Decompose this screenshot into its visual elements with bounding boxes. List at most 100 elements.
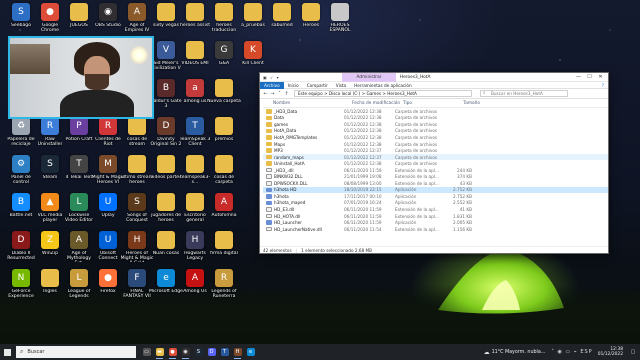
notifications-icon[interactable]: ▢ [629, 349, 637, 355]
folder-icon [128, 155, 146, 173]
app-icon: R [41, 117, 59, 135]
civ-icon: V [157, 41, 175, 59]
taskbar-app[interactable]: ● [166, 344, 179, 360]
file-type: Carpeta de archivos [395, 121, 438, 127]
file-icon: G [215, 41, 233, 59]
file-size: 2.752 KB [453, 187, 472, 193]
folder-icon [157, 155, 175, 173]
tab-vista[interactable]: Vista [332, 82, 350, 89]
desktop-shortcut-label: firma digital [210, 251, 238, 256]
file-row[interactable]: HD_LauncherNative.dll 06/11/2020 11:54 Ext… [263, 226, 608, 233]
desktop-shortcut[interactable]: premios [207, 117, 241, 142]
help-icon[interactable]: ? [598, 82, 608, 89]
taskbar-app[interactable]: e [244, 344, 257, 360]
file-name: MP3 [274, 148, 283, 154]
quick-access-toolbar[interactable]: ▣ ✓ ▾ [263, 75, 280, 80]
desktop-shortcut[interactable]: Nueva carpeta [207, 79, 241, 104]
desktop-shortcut[interactable]: HEROES ESPAÑOL [323, 3, 357, 33]
webcam-background-lamp [130, 46, 148, 64]
file-type: Aplicación [395, 187, 417, 193]
desktop-shortcut[interactable]: K Kill Client [236, 41, 270, 66]
file-type: Aplicación [395, 200, 417, 206]
status-bar: 42 elementos | 1 elemento seleccionado 2,6… [260, 246, 608, 253]
file-name: BINKW32.DLL [274, 174, 303, 180]
taskbar-app[interactable]: ▭ [140, 344, 153, 360]
taskbar-app[interactable]: S [192, 344, 205, 360]
folder-icon [215, 155, 233, 173]
file-explorer-icon: ▬ [155, 348, 164, 356]
taskbar-app[interactable]: ◉ [179, 344, 192, 360]
ubisoft-icon: U [99, 231, 117, 249]
recent-locations-icon[interactable]: ˅ [276, 91, 283, 97]
taskbar-app[interactable]: ▬ [153, 344, 166, 360]
weather-text: 11°C Mayorm. nubla... [491, 349, 546, 355]
file-explorer-window[interactable]: ▣ ✓ ▾ Administrar Heroes3_HotA — ☐ ✕ Arc… [259, 72, 609, 254]
desktop-shortcut-label: Kill Client [242, 61, 264, 66]
desktop-shortcut[interactable]: cosas de carpeta [207, 155, 241, 185]
desktop-shortcut[interactable]: firma digital [207, 231, 241, 256]
app-icon: T [70, 155, 88, 173]
taskbar-app[interactable]: T [218, 344, 231, 360]
back-arrow-icon[interactable]: ← [262, 91, 269, 97]
ribbon-tabs: Archivo Inicio Compartir Vista Herramien… [260, 81, 608, 89]
explorer-title-bar[interactable]: ▣ ✓ ▾ Administrar Heroes3_HotA — ☐ ✕ [260, 73, 608, 82]
taskbar-app[interactable]: H [231, 344, 244, 360]
file-date: 01/12/2022 12:38 [344, 161, 382, 167]
webcam-overlay [8, 36, 154, 119]
tab-compartir[interactable]: Compartir [303, 82, 332, 89]
taskbar-search-box[interactable]: ⌕ Buscar [16, 346, 136, 358]
tab-administrar[interactable]: Administrar [342, 73, 396, 82]
application-icon [266, 187, 272, 193]
cloud-icon: ☁ [483, 348, 490, 356]
minimize-icon[interactable]: — [573, 73, 584, 82]
folder-icon [244, 3, 262, 21]
system-tray: ☁ 11°C Mayorm. nubla... ˄ ◉ ▭ ⌁ ESP 12:3… [484, 344, 640, 360]
column-header-date[interactable]: Fecha de modificación [352, 101, 403, 106]
game-icon: A [186, 269, 204, 287]
address-path[interactable]: Este equipo > Disco local (C:) > Games >… [294, 90, 472, 97]
column-header-type[interactable]: Tipo [403, 101, 456, 106]
taskbar-search-label: Buscar [27, 349, 45, 355]
start-button[interactable] [0, 344, 14, 360]
tab-archivo[interactable]: Archivo [260, 81, 284, 89]
maximize-icon[interactable]: ☐ [584, 73, 595, 82]
weather-widget[interactable]: ☁ 11°C Mayorm. nubla... [484, 349, 546, 356]
file-type: Carpeta de archivos [395, 108, 438, 114]
riot-icon: R [99, 117, 117, 135]
tab-inicio[interactable]: Inicio [284, 82, 303, 89]
file-icon [266, 167, 272, 173]
desktop-shortcut[interactable]: R Legends of Runeterra [207, 269, 241, 299]
tab-herramientas-aplicacion[interactable]: Herramientas de aplicación [350, 82, 416, 89]
file-size: 2.552 KB [453, 200, 472, 206]
search-input[interactable]: ⌕ Buscar en Heroes3_HotA [480, 90, 568, 97]
clock[interactable]: 12:38 01/12/2022 [598, 347, 623, 357]
file-list-header: Nombre Fecha de modificación Tipo Tamaño [263, 100, 608, 108]
game-icon: M [99, 155, 117, 173]
desktop-shortcut[interactable]: A Autohimna [207, 193, 241, 218]
address-bar-row: ← → ˅ ↑ Este equipo > Disco local (C:) >… [260, 89, 608, 99]
windows-logo-icon [3, 348, 11, 356]
taskbar-pinned-apps: ▭ ▬ ● ◉ S D T He [140, 344, 257, 360]
folder-icon [186, 3, 204, 21]
heroes-icon: H [233, 348, 242, 356]
file-size: 1.156 KB [453, 226, 472, 232]
folder-icon [302, 3, 320, 21]
column-header-name[interactable]: Nombre [273, 101, 352, 106]
game-icon: F [128, 269, 146, 287]
close-icon[interactable]: ✕ [595, 73, 606, 82]
tray-icons[interactable]: ˄ ◉ ▭ ⌁ ESP [551, 349, 592, 355]
forward-arrow-icon[interactable]: → [269, 91, 276, 97]
taskbar-app[interactable]: D [205, 344, 218, 360]
up-arrow-icon[interactable]: ↑ [283, 91, 290, 97]
game-icon: a [186, 79, 204, 97]
file-date: 21/01/1999 19:08 [344, 174, 382, 180]
folder-icon [266, 141, 272, 147]
file-list: Nombre Fecha de modificación Tipo Tamaño… [263, 100, 608, 246]
column-header-size[interactable]: Tamaño [456, 101, 480, 106]
status-item-count: 42 elementos [263, 248, 292, 253]
file-type: Aplicación [395, 220, 417, 226]
file-date: 08/08/1999 13:00 [344, 180, 382, 186]
file-name: HotA_Data [274, 128, 297, 134]
edge-icon: e [246, 348, 255, 356]
file-size: 2.005 KB [453, 220, 472, 226]
